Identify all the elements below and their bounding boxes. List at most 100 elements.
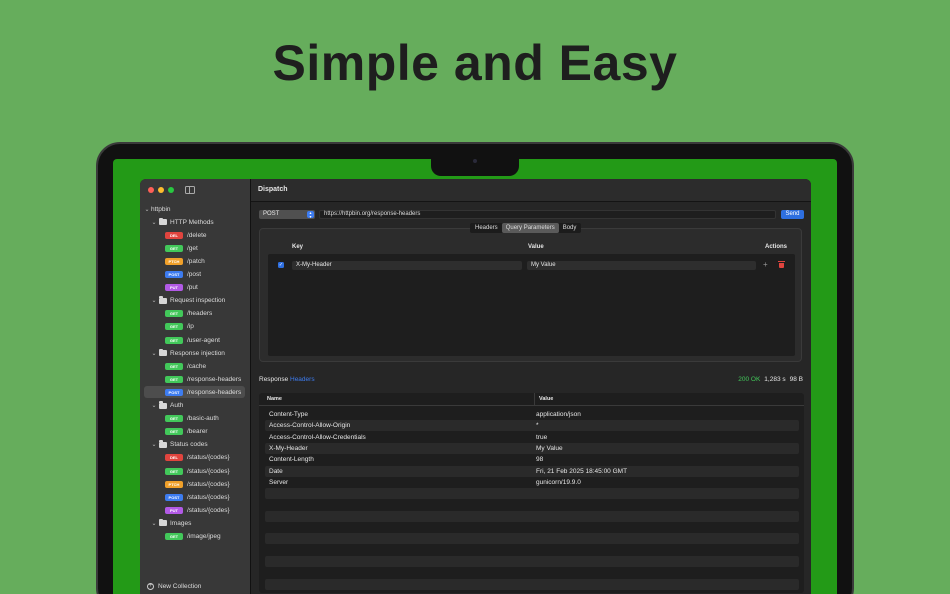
folder-row[interactable]: ⌄ Auth bbox=[140, 400, 251, 412]
folder-name: Status codes bbox=[170, 441, 208, 449]
method-badge: GET bbox=[165, 533, 183, 540]
method-badge: GET bbox=[165, 310, 183, 318]
method-badge: GET bbox=[165, 323, 183, 331]
folder-row[interactable]: ⌄ Request inspection bbox=[140, 295, 251, 307]
column-divider[interactable] bbox=[534, 393, 535, 405]
table-row[interactable]: Server gunicorn/19.9.0 bbox=[265, 477, 799, 488]
close-window-button[interactable] bbox=[148, 187, 154, 193]
table-row[interactable] bbox=[265, 533, 799, 545]
chevron-down-icon[interactable]: ⌄ bbox=[150, 402, 158, 409]
status-code: 200 OK bbox=[738, 376, 761, 383]
value-column-header: Value bbox=[539, 396, 554, 402]
table-row[interactable]: Content-Length 98 bbox=[265, 454, 799, 465]
add-param-icon[interactable]: + bbox=[763, 260, 768, 269]
request-item[interactable]: GET/bearer bbox=[140, 426, 251, 438]
method-badge: DEL bbox=[165, 454, 183, 462]
folder-name: Auth bbox=[170, 402, 184, 409]
chevron-down-icon[interactable]: ⌄ bbox=[150, 520, 158, 527]
chevron-down-icon[interactable]: ⌄ bbox=[143, 206, 151, 213]
response-headers-tab[interactable]: Headers bbox=[290, 376, 315, 383]
table-row[interactable]: Access-Control-Allow-Credentials true bbox=[265, 432, 799, 443]
method-badge: POST bbox=[165, 271, 183, 278]
table-row[interactable] bbox=[265, 578, 799, 590]
table-row[interactable]: X-My-Header My Value bbox=[265, 442, 799, 454]
select-stepper-icon: ▴ ▾ bbox=[307, 211, 314, 218]
key-column-header: Key bbox=[292, 244, 304, 250]
request-item[interactable]: GET/get bbox=[140, 242, 251, 254]
zoom-window-button[interactable] bbox=[168, 187, 174, 193]
table-row[interactable] bbox=[265, 555, 799, 567]
response-status: 200 OK 1,283 s 98 B bbox=[738, 376, 803, 383]
request-item[interactable]: GET/status/{codes} bbox=[140, 465, 251, 477]
request-path: /put bbox=[187, 284, 198, 292]
delete-param-icon[interactable] bbox=[778, 261, 785, 268]
header-value: gunicorn/19.9.0 bbox=[536, 478, 581, 486]
chevron-down-icon[interactable]: ⌄ bbox=[150, 219, 158, 226]
request-item[interactable]: POST/post bbox=[140, 269, 251, 281]
chevron-down-icon[interactable]: ⌄ bbox=[150, 441, 158, 448]
param-value-input[interactable]: My Value bbox=[527, 261, 756, 270]
response-label: Response bbox=[259, 376, 289, 383]
tab-headers[interactable]: Headers bbox=[471, 223, 502, 233]
request-item[interactable]: PTCH/status/{codes} bbox=[140, 478, 251, 490]
folder-row[interactable]: ⌄ Response injection bbox=[140, 347, 251, 359]
method-badge: GET bbox=[165, 415, 183, 423]
request-item[interactable]: DEL/delete bbox=[140, 229, 251, 241]
folder-name: Request inspection bbox=[170, 297, 226, 305]
folder-icon bbox=[159, 217, 167, 226]
params-panel: Key Value Actions ✓ X-My-Header My Value… bbox=[259, 228, 802, 362]
folder-row[interactable]: ⌄ Status codes bbox=[140, 439, 251, 451]
request-item[interactable]: GET/headers bbox=[140, 308, 251, 320]
chevron-down-icon[interactable]: ⌄ bbox=[150, 350, 158, 357]
url-input[interactable]: https://httpbin.org/response-headers bbox=[319, 210, 776, 219]
chevron-down-icon[interactable]: ⌄ bbox=[150, 297, 158, 304]
request-item[interactable]: GET/basic-auth bbox=[140, 413, 251, 425]
header-divider bbox=[259, 405, 804, 406]
actions-column-header: Actions bbox=[765, 244, 788, 250]
request-item[interactable]: PTCH/patch bbox=[140, 255, 251, 267]
params-table: ✓ X-My-Header My Value + bbox=[268, 254, 795, 356]
request-item[interactable]: GET/ip bbox=[140, 321, 251, 333]
folder-row[interactable]: ⌄ HTTP Methods bbox=[140, 216, 251, 228]
param-enabled-checkbox[interactable]: ✓ bbox=[278, 262, 284, 268]
table-row[interactable] bbox=[265, 545, 799, 556]
request-path: /user-agent bbox=[187, 336, 220, 344]
table-row[interactable] bbox=[265, 522, 799, 533]
method-badge: POST bbox=[165, 493, 183, 501]
table-row[interactable] bbox=[265, 488, 799, 500]
header-value: true bbox=[536, 433, 548, 441]
method-badge: GET bbox=[165, 244, 183, 252]
method-badge: DEL bbox=[165, 231, 183, 239]
folder-row[interactable]: ⌄ Images bbox=[140, 517, 251, 529]
request-item[interactable]: POST/status/{codes} bbox=[140, 491, 251, 503]
request-item[interactable]: DEL/status/{codes} bbox=[140, 452, 251, 464]
table-row[interactable] bbox=[265, 499, 799, 510]
table-row[interactable] bbox=[265, 510, 799, 522]
header-name: Date bbox=[269, 467, 283, 475]
request-item[interactable]: GET/user-agent bbox=[140, 334, 251, 346]
table-row[interactable]: Access-Control-Allow-Origin * bbox=[265, 420, 799, 432]
request-item[interactable]: POST/response-headers bbox=[144, 386, 245, 399]
sidebar-toggle-icon[interactable] bbox=[185, 186, 195, 194]
sidebar: ⌄ httpbin ⌄ HTTP Methods DEL/delete GET/get PT… bbox=[140, 179, 251, 594]
new-collection-label: New Collection bbox=[158, 583, 202, 590]
minimize-window-button[interactable] bbox=[158, 187, 164, 193]
table-row[interactable]: Content-Type application/json bbox=[265, 409, 799, 420]
table-row[interactable]: Date Fri, 21 Feb 2025 18:45:00 GMT bbox=[265, 465, 799, 477]
param-key-input[interactable]: X-My-Header bbox=[292, 261, 522, 270]
request-path: /response-headers bbox=[187, 388, 242, 396]
request-path: /bearer bbox=[187, 428, 208, 436]
request-item[interactable]: PUT/put bbox=[140, 282, 251, 294]
request-item[interactable]: GET/cache bbox=[140, 360, 251, 372]
header-name: Access-Control-Allow-Credentials bbox=[269, 433, 366, 441]
request-item[interactable]: GET/image/jpeg bbox=[140, 531, 251, 543]
send-button[interactable]: Send bbox=[781, 210, 804, 219]
table-row[interactable] bbox=[265, 567, 799, 578]
tab-body[interactable]: Body bbox=[559, 223, 581, 233]
request-item[interactable]: GET/response-headers bbox=[140, 373, 251, 385]
collection-row[interactable]: ⌄ httpbin bbox=[140, 203, 251, 215]
request-item[interactable]: PUT/status/{codes} bbox=[140, 504, 251, 516]
tab-query-parameters[interactable]: Query Parameters bbox=[501, 223, 559, 233]
new-collection-button[interactable]: + New Collection bbox=[147, 583, 201, 590]
method-select[interactable]: POST ▴ ▾ bbox=[259, 210, 315, 219]
